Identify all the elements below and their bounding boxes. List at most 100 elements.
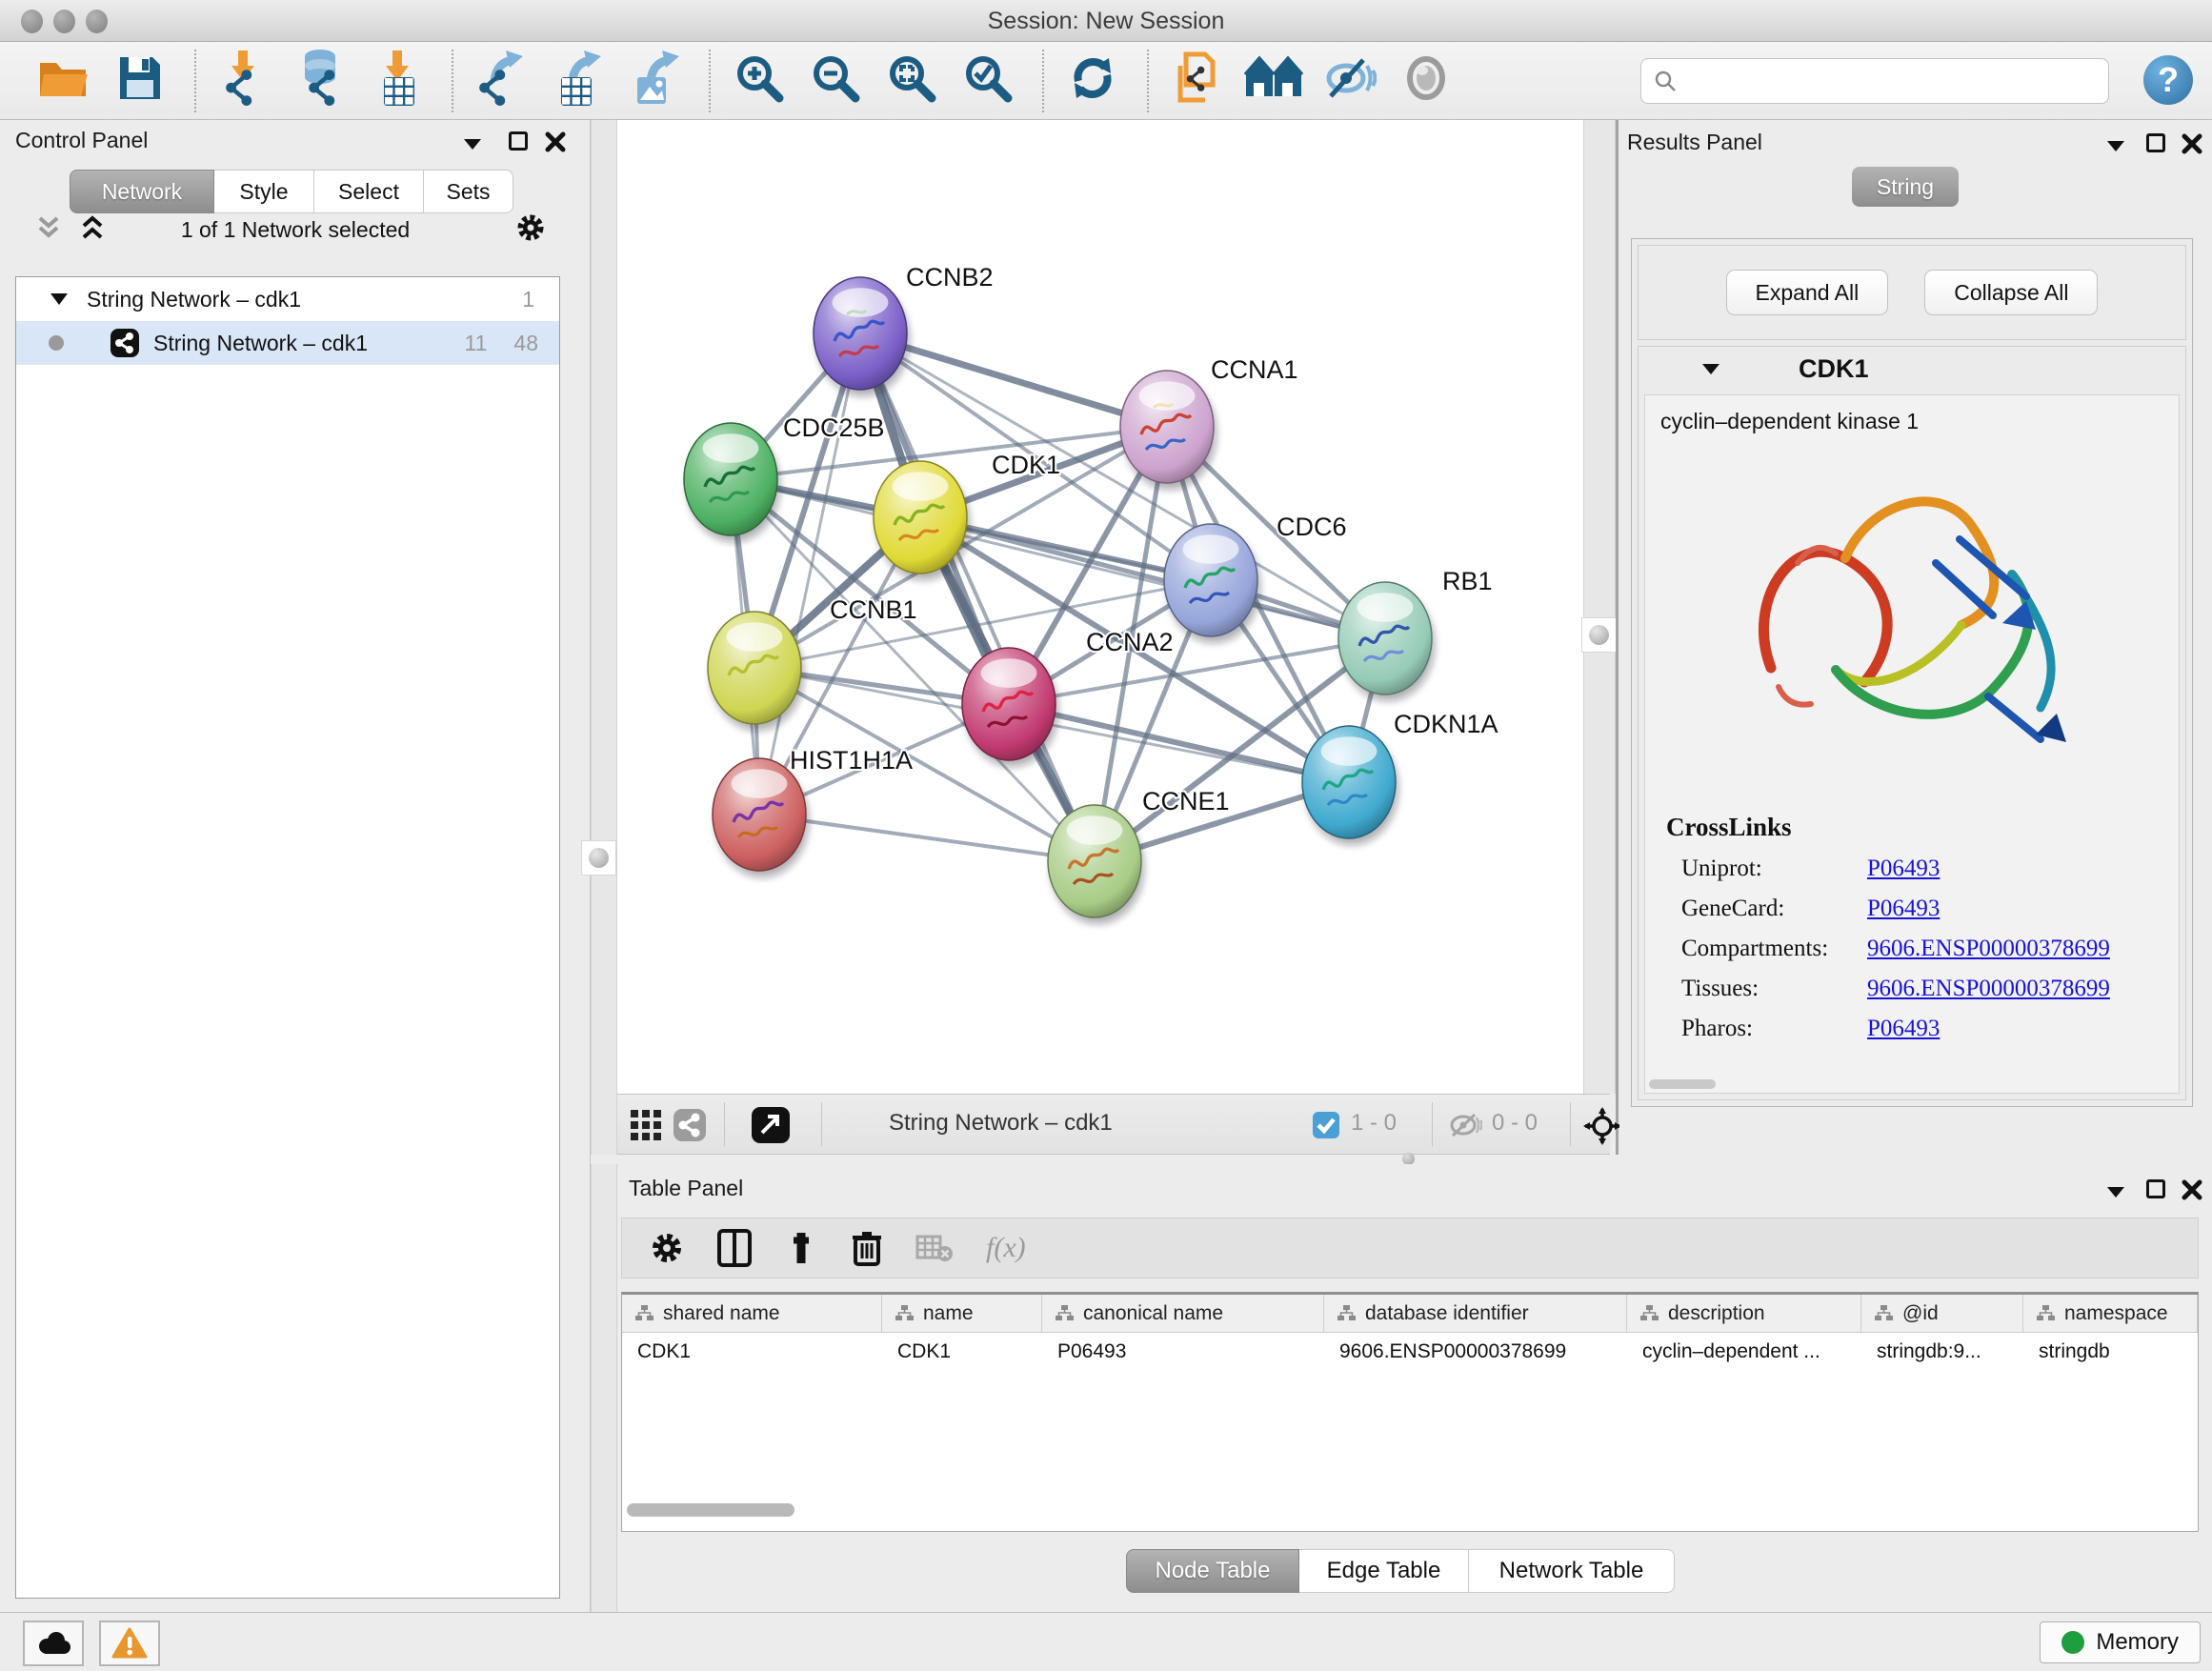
crosslink-link[interactable]: 9606.ENSP00000378699 bbox=[1867, 976, 2110, 1002]
zoom-out-button[interactable] bbox=[806, 50, 865, 111]
tab-select[interactable]: Select bbox=[314, 170, 424, 213]
network-canvas[interactable]: CCNB2CCNA1CDC25BCDK1CDC6RB1CCNB1CCNA2CDK… bbox=[617, 120, 1583, 1094]
search-box[interactable] bbox=[1640, 58, 2109, 104]
string-view-icon[interactable] bbox=[673, 1108, 707, 1142]
tab-node-table[interactable]: Node Table bbox=[1126, 1549, 1299, 1593]
network-node-ccna2[interactable] bbox=[962, 648, 1058, 767]
import-network-file-button[interactable] bbox=[215, 50, 274, 111]
hide-selected-button[interactable] bbox=[1320, 50, 1379, 111]
warnings-button[interactable] bbox=[99, 1621, 160, 1666]
control-panel: Control Panel NetworkStyleSelectSets 1 o… bbox=[0, 120, 591, 1612]
show-columns-icon[interactable] bbox=[717, 1229, 752, 1267]
column-header--id[interactable]: @id bbox=[1861, 1295, 2023, 1332]
column-header-namespace[interactable]: namespace bbox=[2023, 1295, 2198, 1332]
node-table[interactable]: shared namenamecanonical namedatabase id… bbox=[621, 1292, 2199, 1532]
node-label-ccna1: CCNA1 bbox=[1211, 355, 1298, 384]
panel-menu-icon[interactable] bbox=[2104, 1183, 2127, 1200]
network-node-rb1[interactable] bbox=[1338, 582, 1435, 701]
import-network-database-button[interactable] bbox=[292, 50, 351, 111]
close-panel-icon[interactable] bbox=[2182, 133, 2202, 154]
column-header-description[interactable]: description bbox=[1627, 1295, 1861, 1332]
selected-checkbox-icon[interactable] bbox=[1312, 1111, 1340, 1139]
tab-sets[interactable]: Sets bbox=[424, 170, 513, 213]
network-node-ccnb1[interactable] bbox=[708, 612, 804, 731]
toolbar-separator bbox=[1147, 50, 1149, 112]
crosslink-link[interactable]: 9606.ENSP00000378699 bbox=[1867, 936, 2110, 962]
float-panel-icon[interactable] bbox=[509, 131, 528, 151]
column-header-shared-name[interactable]: shared name bbox=[622, 1295, 882, 1332]
search-input[interactable] bbox=[1678, 68, 2108, 94]
tab-edge-table[interactable]: Edge Table bbox=[1299, 1549, 1469, 1593]
export-network-button[interactable] bbox=[473, 50, 532, 111]
float-panel-icon[interactable] bbox=[2146, 133, 2165, 152]
delete-column-icon[interactable] bbox=[851, 1229, 883, 1267]
memory-button[interactable]: Memory bbox=[2040, 1621, 2201, 1663]
expand-all-button[interactable]: Expand All bbox=[1726, 270, 1889, 315]
network-node-hist1h1a[interactable] bbox=[713, 758, 809, 877]
table-options-gear-icon[interactable] bbox=[649, 1230, 685, 1266]
network-edge[interactable] bbox=[1009, 704, 1349, 782]
network-row-selected[interactable]: String Network – cdk1 11 48 bbox=[16, 321, 559, 365]
network-node-ccna1[interactable] bbox=[1120, 371, 1217, 490]
collapse-section-icon[interactable] bbox=[1699, 360, 1722, 377]
zoom-selected-button[interactable] bbox=[958, 50, 1017, 111]
table-hscrollbar-thumb[interactable] bbox=[627, 1503, 794, 1517]
panel-menu-icon[interactable] bbox=[461, 135, 484, 152]
zoom-fit-button[interactable] bbox=[882, 50, 941, 111]
panel-menu-icon[interactable] bbox=[2104, 137, 2127, 154]
open-session-button[interactable] bbox=[34, 50, 93, 111]
create-column-icon[interactable] bbox=[784, 1231, 818, 1265]
results-scrollbar-thumb[interactable] bbox=[1649, 1079, 1716, 1089]
column-header-canonical-name[interactable]: canonical name bbox=[1042, 1295, 1324, 1332]
table-panel-title: Table Panel bbox=[629, 1176, 743, 1201]
collapse-all-button[interactable]: Collapse All bbox=[1924, 270, 2098, 315]
network-node-cdkn1a[interactable] bbox=[1302, 726, 1398, 845]
tab-string[interactable]: String bbox=[1852, 167, 1959, 207]
table-hscrollbar[interactable] bbox=[627, 1503, 2189, 1519]
left-splitter-handle[interactable] bbox=[581, 840, 616, 876]
column-header-database-identifier[interactable]: database identifier bbox=[1324, 1295, 1627, 1332]
memory-label: Memory bbox=[2096, 1629, 2179, 1656]
crosslink-link[interactable]: P06493 bbox=[1867, 1016, 1940, 1042]
clone-network-button[interactable] bbox=[1168, 50, 1227, 111]
save-session-button[interactable] bbox=[111, 50, 170, 111]
table-row[interactable]: CDK1CDK1P064939606.ENSP00000378699cyclin… bbox=[622, 1333, 2198, 1371]
export-table-icon bbox=[552, 49, 605, 112]
open-in-window-icon[interactable] bbox=[751, 1106, 791, 1144]
network-collection-row[interactable]: String Network – cdk1 1 bbox=[16, 277, 559, 321]
horizontal-splitter[interactable] bbox=[591, 1155, 2212, 1164]
help-button[interactable]: ? bbox=[2143, 55, 2193, 105]
zoom-in-button[interactable] bbox=[730, 50, 789, 111]
right-splitter[interactable] bbox=[1583, 120, 1616, 1094]
crosslink-link[interactable]: P06493 bbox=[1867, 896, 1940, 922]
apply-layout-button[interactable] bbox=[1063, 50, 1122, 111]
grid-view-icon[interactable] bbox=[629, 1108, 663, 1142]
right-splitter-handle[interactable] bbox=[1581, 617, 1617, 653]
network-edge[interactable] bbox=[759, 815, 1095, 861]
network-node-ccnb2[interactable] bbox=[814, 277, 910, 396]
export-table-button[interactable] bbox=[549, 50, 608, 111]
first-neighbors-button[interactable] bbox=[1244, 50, 1303, 111]
crosslink-link[interactable]: P06493 bbox=[1867, 856, 1940, 882]
import-table-icon bbox=[371, 49, 424, 112]
show-all-button[interactable] bbox=[1397, 50, 1456, 111]
export-image-button[interactable] bbox=[625, 50, 684, 111]
column-header-name[interactable]: name bbox=[882, 1295, 1042, 1332]
close-panel-icon[interactable] bbox=[545, 131, 566, 152]
tab-network-table[interactable]: Network Table bbox=[1469, 1549, 1675, 1593]
tab-network[interactable]: Network bbox=[70, 170, 214, 213]
float-panel-icon[interactable] bbox=[2146, 1179, 2165, 1198]
tab-style[interactable]: Style bbox=[214, 170, 314, 213]
crosslink-label: GeneCard: bbox=[1681, 896, 1867, 922]
birds-eye-view-icon[interactable] bbox=[1583, 1107, 1621, 1145]
close-panel-icon[interactable] bbox=[2182, 1179, 2202, 1200]
table-cell: 9606.ENSP00000378699 bbox=[1324, 1333, 1627, 1371]
import-table-button[interactable] bbox=[368, 50, 427, 111]
gene-section-header[interactable]: CDK1 bbox=[1639, 347, 2185, 391]
network-options-gear-icon[interactable] bbox=[514, 211, 547, 244]
network-node-cdk1[interactable] bbox=[874, 461, 970, 580]
tree-expander-icon[interactable] bbox=[49, 292, 70, 307]
network-node-ccne1[interactable] bbox=[1048, 805, 1144, 924]
network-node-cdc6[interactable] bbox=[1164, 524, 1260, 643]
cloud-status-button[interactable] bbox=[23, 1621, 84, 1666]
